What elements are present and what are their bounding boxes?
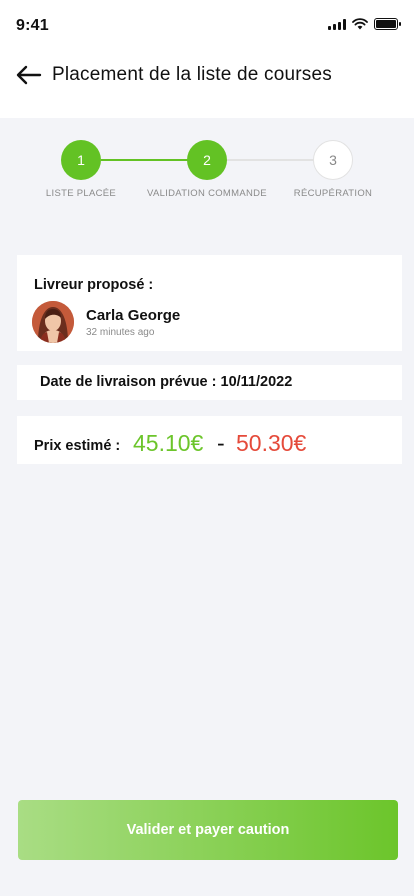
price-separator: - <box>217 430 225 456</box>
step-2-circle: 2 <box>187 140 227 180</box>
status-time: 9:41 <box>16 17 49 34</box>
price-min: 45.10€ <box>133 430 204 456</box>
avatar <box>32 301 74 343</box>
cellular-signal-icon <box>328 18 346 30</box>
back-arrow-icon[interactable] <box>16 64 42 86</box>
step-2-label: VALIDATION COMMANDE <box>147 188 267 199</box>
step-3-circle: 3 <box>313 140 353 180</box>
delivery-date-text: Date de livraison prévue : 10/11/2022 <box>40 374 293 390</box>
driver-time-ago: 32 minutes ago <box>86 327 155 338</box>
step-1-label: LISTE PLACÉE <box>45 188 117 199</box>
delivery-date-card: Date de livraison prévue : 10/11/2022 <box>17 365 402 400</box>
validate-and-pay-button[interactable]: Valider et payer caution <box>18 800 398 860</box>
battery-icon <box>374 18 401 30</box>
validate-and-pay-label: Valider et payer caution <box>126 822 290 838</box>
step-connector-1-2 <box>101 159 188 161</box>
price-label: Prix estimé : <box>34 438 121 454</box>
driver-heading: Livreur proposé : <box>34 277 154 293</box>
price-card: Prix estimé : 45.10€ - 50.30€ <box>17 416 402 464</box>
step-connector-2-3 <box>227 159 314 161</box>
step-3-label: RÉCUPÉRATION <box>293 188 373 199</box>
wifi-icon <box>352 18 368 30</box>
progress-stepper: 1 2 3 LISTE PLACÉE VALIDATION COMMANDE R… <box>0 140 414 210</box>
status-icons <box>328 18 401 30</box>
driver-name: Carla George <box>86 307 181 324</box>
header: Placement de la liste de courses <box>0 50 414 118</box>
page-title: Placement de la liste de courses <box>52 64 332 85</box>
status-bar: 9:41 <box>0 0 414 50</box>
driver-card: Livreur proposé : Carla George 32 minute… <box>17 255 402 351</box>
price-max: 50.30€ <box>236 430 307 456</box>
step-1-circle: 1 <box>61 140 101 180</box>
